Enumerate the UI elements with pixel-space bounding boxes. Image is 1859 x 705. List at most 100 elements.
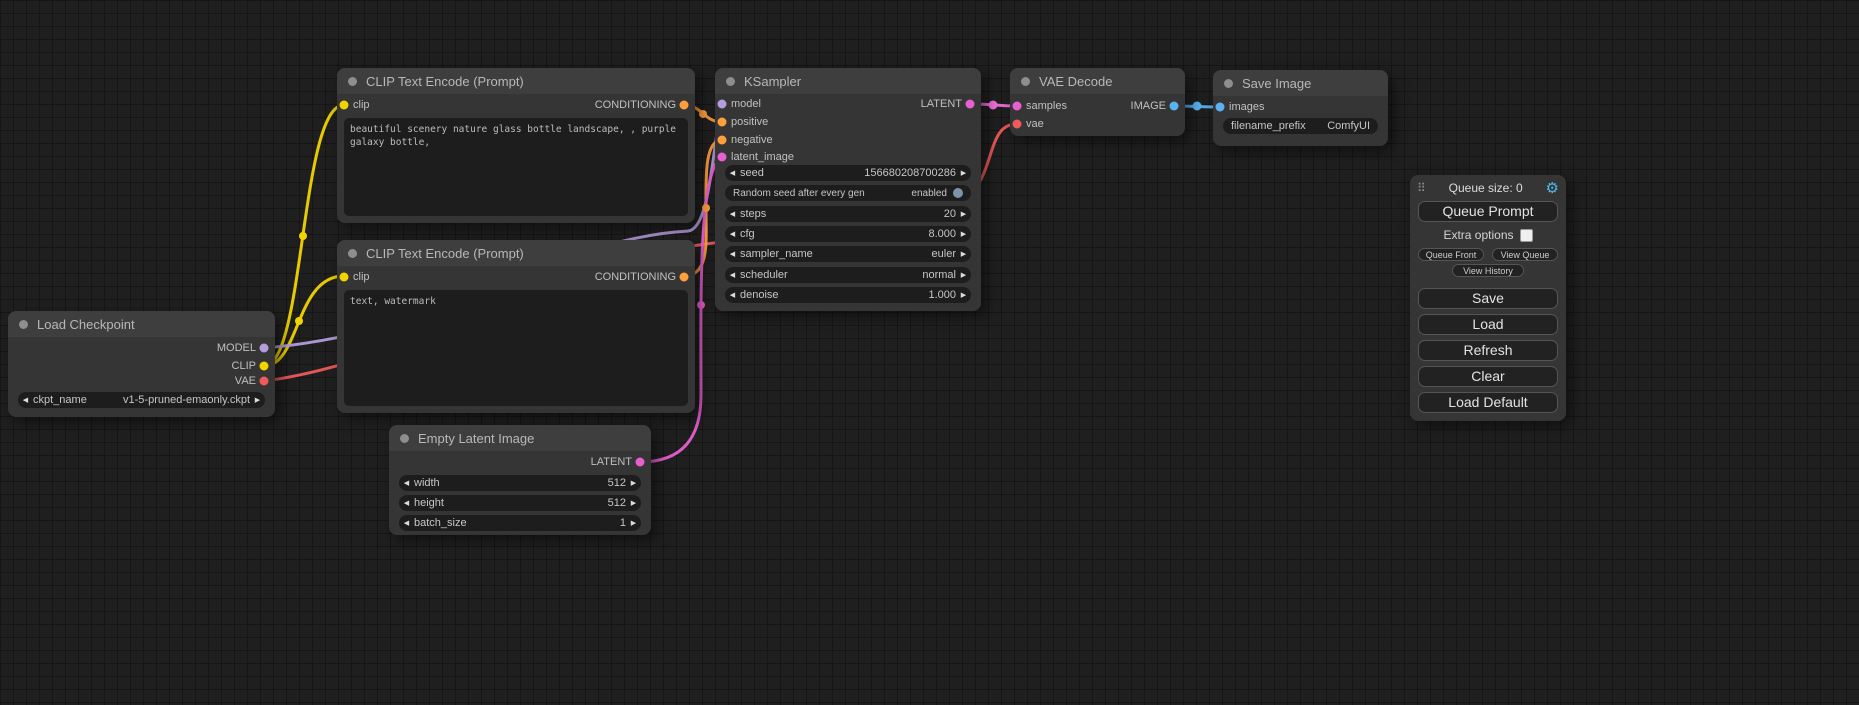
decrement-arrow-icon[interactable]: ◀	[725, 271, 740, 279]
widget-batch-size[interactable]: ◀ batch_size 1 ▶	[399, 515, 641, 531]
node-title-bar[interactable]: VAE Decode	[1010, 68, 1185, 94]
node-title-bar[interactable]: CLIP Text Encode (Prompt)	[337, 68, 695, 94]
increment-arrow-icon[interactable]: ▶	[956, 291, 971, 299]
collapse-dot-icon[interactable]	[1021, 77, 1030, 86]
widget-height[interactable]: ◀ height 512 ▶	[399, 495, 641, 511]
output-label-model: MODEL	[217, 340, 256, 356]
decrement-arrow-icon[interactable]: ◀	[399, 519, 414, 527]
decrement-arrow-icon[interactable]: ◀	[725, 250, 740, 258]
widget-cfg[interactable]: ◀ cfg 8.000 ▶	[725, 226, 971, 242]
node-title-bar[interactable]: Save Image	[1213, 70, 1388, 96]
link-dot	[299, 232, 307, 240]
port-latent-output[interactable]	[966, 100, 975, 109]
increment-arrow-icon[interactable]: ▶	[626, 519, 641, 527]
increment-arrow-icon[interactable]: ▶	[626, 499, 641, 507]
increment-arrow-icon[interactable]: ▶	[626, 479, 641, 487]
clear-button[interactable]: Clear	[1418, 366, 1558, 387]
port-clip-output[interactable]	[260, 362, 269, 371]
toggle-knob-icon[interactable]	[953, 188, 963, 198]
load-default-button[interactable]: Load Default	[1418, 392, 1558, 413]
widget-scheduler[interactable]: ◀ scheduler normal ▶	[725, 267, 971, 283]
widget-seed[interactable]: ◀ seed 156680208700286 ▶	[725, 165, 971, 181]
decrement-arrow-icon[interactable]: ◀	[725, 169, 740, 177]
extra-options-label: Extra options	[1443, 228, 1513, 242]
port-image-output[interactable]	[1170, 102, 1179, 111]
increment-arrow-icon[interactable]: ▶	[956, 169, 971, 177]
node-clip-text-encode-negative[interactable]: CLIP Text Encode (Prompt) clip CONDITION…	[337, 240, 695, 413]
port-latent-output[interactable]	[636, 458, 645, 467]
port-latent-image-input[interactable]	[718, 153, 727, 162]
output-label-vae: VAE	[235, 373, 256, 389]
load-button[interactable]: Load	[1418, 314, 1558, 335]
node-title-bar[interactable]: CLIP Text Encode (Prompt)	[337, 240, 695, 266]
widget-label: sampler_name	[740, 248, 813, 260]
widget-label: denoise	[740, 289, 779, 301]
node-title-bar[interactable]: KSampler	[715, 68, 981, 94]
increment-arrow-icon[interactable]: ▶	[956, 230, 971, 238]
port-positive-input[interactable]	[718, 118, 727, 127]
view-history-button[interactable]: View History	[1452, 264, 1524, 277]
node-ksampler[interactable]: KSampler model positive negative latent_…	[715, 68, 981, 311]
decrement-arrow-icon[interactable]: ◀	[725, 291, 740, 299]
drag-handle-icon[interactable]: ⠿	[1417, 181, 1426, 195]
node-title: Empty Latent Image	[418, 431, 534, 446]
decrement-arrow-icon[interactable]: ◀	[399, 499, 414, 507]
widget-value: 20	[766, 208, 956, 220]
queue-front-button[interactable]: Queue Front	[1418, 248, 1484, 261]
extra-options-checkbox[interactable]	[1520, 229, 1533, 242]
port-negative-input[interactable]	[718, 136, 727, 145]
widget-value: euler	[813, 248, 956, 260]
port-samples-input[interactable]	[1013, 102, 1022, 111]
collapse-dot-icon[interactable]	[1224, 79, 1233, 88]
widget-filename-prefix[interactable]: filename_prefix ComfyUI	[1223, 118, 1378, 134]
increment-arrow-icon[interactable]: ▶	[956, 250, 971, 258]
collapse-dot-icon[interactable]	[19, 320, 28, 329]
collapse-dot-icon[interactable]	[400, 434, 409, 443]
widget-random-seed-toggle[interactable]: Random seed after every gen enabled	[725, 185, 971, 201]
widget-steps[interactable]: ◀ steps 20 ▶	[725, 206, 971, 222]
port-model-input[interactable]	[718, 100, 727, 109]
port-conditioning-output[interactable]	[680, 273, 689, 282]
queue-prompt-button[interactable]: Queue Prompt	[1418, 201, 1558, 222]
port-clip-input[interactable]	[340, 273, 349, 282]
widget-width[interactable]: ◀ width 512 ▶	[399, 475, 641, 491]
widget-label: height	[414, 497, 444, 509]
prompt-textarea[interactable]: text, watermark	[344, 290, 688, 406]
increment-arrow-icon[interactable]: ▶	[250, 396, 265, 404]
widget-sampler-name[interactable]: ◀ sampler_name euler ▶	[725, 246, 971, 262]
decrement-arrow-icon[interactable]: ◀	[18, 396, 33, 404]
save-button[interactable]: Save	[1418, 288, 1558, 309]
widget-label: seed	[740, 167, 764, 179]
view-queue-button[interactable]: View Queue	[1492, 248, 1558, 261]
node-save-image[interactable]: Save Image images filename_prefix ComfyU…	[1213, 70, 1388, 146]
widget-label: cfg	[740, 228, 755, 240]
collapse-dot-icon[interactable]	[348, 77, 357, 86]
collapse-dot-icon[interactable]	[726, 77, 735, 86]
input-label-samples: samples	[1026, 98, 1067, 114]
refresh-button[interactable]: Refresh	[1418, 340, 1558, 361]
increment-arrow-icon[interactable]: ▶	[956, 271, 971, 279]
node-load-checkpoint[interactable]: Load Checkpoint MODEL CLIP VAE ◀ ckpt_na…	[8, 311, 275, 417]
node-empty-latent-image[interactable]: Empty Latent Image LATENT ◀ width 512 ▶ …	[389, 425, 651, 535]
widget-denoise[interactable]: ◀ denoise 1.000 ▶	[725, 287, 971, 303]
port-images-input[interactable]	[1216, 103, 1225, 112]
node-title-bar[interactable]: Load Checkpoint	[8, 311, 275, 337]
decrement-arrow-icon[interactable]: ◀	[399, 479, 414, 487]
port-model-output[interactable]	[260, 344, 269, 353]
prompt-textarea[interactable]: beautiful scenery nature glass bottle la…	[344, 118, 688, 216]
node-title-bar[interactable]: Empty Latent Image	[389, 425, 651, 451]
port-vae-input[interactable]	[1013, 120, 1022, 129]
widget-ckpt-name[interactable]: ◀ ckpt_name v1-5-pruned-emaonly.ckpt ▶	[18, 392, 265, 408]
queue-panel[interactable]: ⠿ Queue size: 0 ⚙ Queue Prompt Extra opt…	[1410, 175, 1566, 421]
decrement-arrow-icon[interactable]: ◀	[725, 210, 740, 218]
port-conditioning-output[interactable]	[680, 101, 689, 110]
collapse-dot-icon[interactable]	[348, 249, 357, 258]
increment-arrow-icon[interactable]: ▶	[956, 210, 971, 218]
settings-gear-icon[interactable]: ⚙	[1546, 179, 1559, 197]
node-clip-text-encode-positive[interactable]: CLIP Text Encode (Prompt) clip CONDITION…	[337, 68, 695, 223]
decrement-arrow-icon[interactable]: ◀	[725, 230, 740, 238]
port-vae-output[interactable]	[260, 377, 269, 386]
node-vae-decode[interactable]: VAE Decode samples vae IMAGE	[1010, 68, 1185, 136]
port-clip-input[interactable]	[340, 101, 349, 110]
widget-value: ComfyUI	[1306, 120, 1370, 132]
